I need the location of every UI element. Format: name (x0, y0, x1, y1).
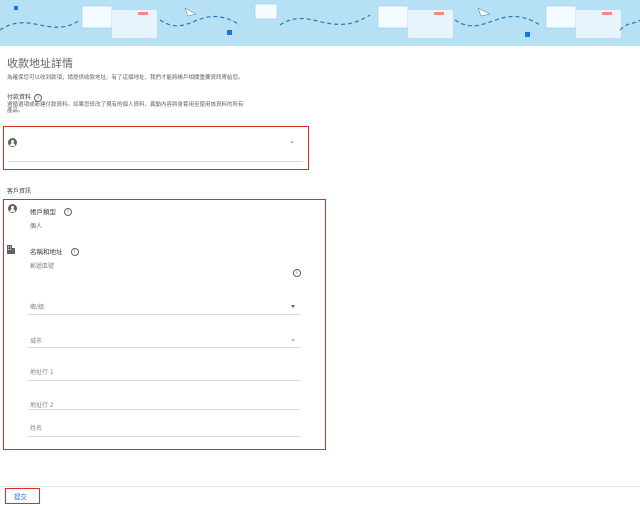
postal-code-label: 郵遞區號 (30, 263, 55, 270)
person-icon (8, 138, 17, 147)
county-label: 鄉/鎮 (30, 304, 45, 311)
header-banner (0, 0, 640, 46)
account-person-icon (8, 204, 17, 213)
info-icon[interactable]: i (293, 269, 301, 277)
name-field[interactable]: 姓名 (28, 420, 300, 436)
county-select[interactable]: 鄉/鎮 (28, 298, 300, 315)
city-label: 城市 (30, 338, 43, 345)
info-icon[interactable]: i (34, 93, 43, 102)
postal-code-field[interactable]: 郵遞區號 i (28, 258, 301, 280)
dropdown-arrow-icon (291, 305, 295, 308)
payment-profile-description: 遵循選項或新建付款資料。如果您修改了現有的個人資料，異動內容將會套用至使用該資料… (7, 102, 307, 114)
address-line-1-underline (28, 380, 300, 381)
account-type-heading: 帳戶類型 i (30, 206, 72, 216)
customer-info-heading: 客戶資訊 (7, 188, 32, 195)
building-icon (7, 245, 15, 254)
address-line-2-underline (28, 409, 300, 410)
address-line-1-label: 地址行 1 (30, 369, 54, 376)
description-line-2: 產品。 (7, 108, 24, 114)
account-type-label: 帳戶類型 (30, 208, 56, 216)
name-label: 姓名 (30, 425, 43, 432)
chevron-down-icon: ⌄ (289, 137, 295, 145)
submit-button[interactable]: 提交 (14, 491, 27, 501)
address-line-1-field[interactable]: 地址行 1 (28, 363, 300, 379)
page-title: 收款地址詳情 (7, 57, 73, 70)
account-type-value: 個人 (30, 223, 43, 230)
customer-info-highlight (3, 199, 326, 450)
payment-profile-select[interactable] (20, 134, 300, 154)
info-icon[interactable]: i (64, 208, 72, 216)
footer-divider (0, 486, 640, 487)
county-underline (28, 314, 300, 315)
name-address-heading: 名稱和地址 i (30, 246, 79, 256)
intro-text: 為確保您可以收到款項，請提供收款地址。有了這個地址，我們才能將帳戶相關重要資訊寄… (7, 75, 244, 81)
select-underline (8, 161, 303, 162)
name-underline (28, 436, 300, 437)
dropdown-arrow-icon (291, 339, 295, 342)
payment-profile-label: 付款資料 (7, 94, 32, 101)
city-underline (28, 347, 300, 348)
envelope-illustration (0, 3, 640, 38)
address-line-2-label: 地址行 2 (30, 402, 54, 409)
payment-profile-heading: 付款資料 i (7, 92, 43, 102)
name-address-label: 名稱和地址 (30, 248, 63, 256)
info-icon[interactable]: i (70, 248, 79, 256)
